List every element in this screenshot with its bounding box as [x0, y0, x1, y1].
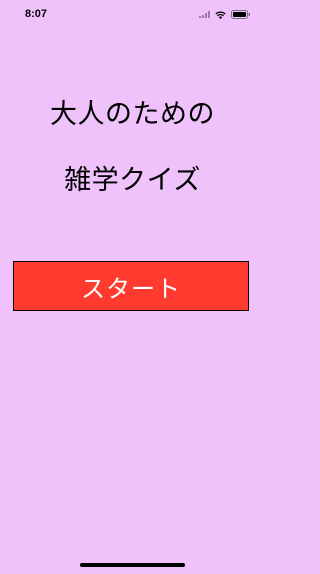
title-line-2: 雑学クイズ	[64, 165, 201, 196]
wifi-icon	[215, 11, 226, 19]
status-icons	[199, 10, 251, 19]
status-time: 8:07	[25, 8, 48, 20]
title-line-1: 大人のための	[50, 99, 215, 130]
battery-icon	[231, 10, 251, 19]
start-button[interactable]: スタート	[13, 261, 249, 311]
status-bar: 8:07	[0, 0, 265, 30]
cellular-signal-icon	[199, 11, 210, 18]
home-indicator[interactable]	[80, 563, 185, 567]
